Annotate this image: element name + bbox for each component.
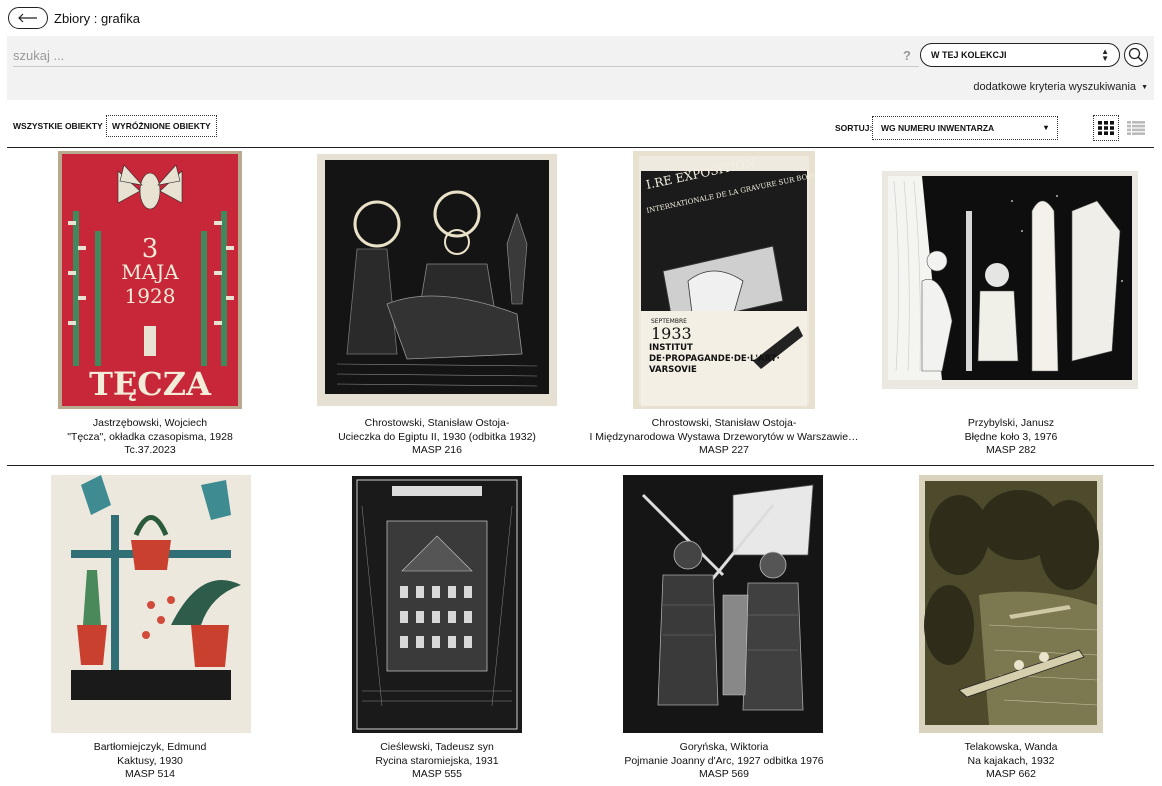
item-caption: Jastrzębowski, Wojciech "Tęcza", okładka… xyxy=(5,417,295,458)
select-arrows-icon: ▲ ▼ xyxy=(1101,47,1109,63)
item-author: Przybylski, Janusz xyxy=(967,417,1055,429)
artwork-thumbnail[interactable] xyxy=(352,476,522,733)
poster-text-year: 1928 xyxy=(125,284,176,308)
item-author: Cieślewski, Tadeusz syn xyxy=(380,741,494,753)
collection-item[interactable]: Przybylski, Janusz Błędne koło 3, 1976 M… xyxy=(866,150,1156,462)
filter-all-objects[interactable]: WSZYSTKIE OBIEKTY xyxy=(13,121,103,131)
search-button[interactable] xyxy=(1124,43,1148,67)
item-caption: Telakowska, Wanda Na kajakach, 1932 MASP… xyxy=(866,741,1156,782)
item-inventory-number: MASP 514 xyxy=(124,768,175,780)
search-input[interactable] xyxy=(13,44,919,67)
grid-view-button[interactable] xyxy=(1093,115,1119,141)
item-title[interactable]: Na kajakach, 1932 xyxy=(866,755,1156,769)
search-scope-select[interactable]: W TEJ KOLEKCJI ▲ ▼ xyxy=(920,43,1120,67)
item-caption: Przybylski, Janusz Błędne koło 3, 1976 M… xyxy=(866,417,1156,458)
item-inventory-number: MASP 662 xyxy=(985,768,1036,780)
item-author: Chrostowski, Stanisław Ostoja- xyxy=(651,417,797,429)
item-caption: Cieślewski, Tadeusz syn Rycina staromiej… xyxy=(292,741,582,782)
item-inventory-number: MASP 216 xyxy=(411,444,462,456)
item-caption: Chrostowski, Stanisław Ostoja- Ucieczka … xyxy=(292,417,582,458)
item-author: Goryńska, Wiktoria xyxy=(679,741,769,753)
breadcrumb: Zbiory : grafika xyxy=(54,10,140,26)
list-icon xyxy=(1127,121,1145,135)
search-icon xyxy=(1128,47,1144,63)
search-panel: ? W TEJ KOLEKCJI ▲▼ dodatkowe kryteria w… xyxy=(7,36,1154,100)
chevron-down-icon: ▾ xyxy=(1043,123,1048,132)
filter-featured-objects[interactable]: WYRÓŻNIONE OBIEKTY xyxy=(106,115,217,137)
artwork-thumbnail[interactable]: 3 MAJA 1928 TĘCZA xyxy=(58,151,242,409)
item-title[interactable]: I Międzynarodowa Wystawa Drzeworytów w W… xyxy=(579,431,869,445)
item-inventory-number: MASP 282 xyxy=(985,444,1036,456)
artwork-thumbnail[interactable] xyxy=(623,475,823,733)
poster-text-title: TĘCZA xyxy=(89,365,212,403)
advanced-search-label: dodatkowe kryteria wyszukiwania xyxy=(973,81,1137,93)
item-caption: Goryńska, Wiktoria Pojmanie Joanny d'Arc… xyxy=(579,741,869,782)
item-title[interactable]: Błędne koło 3, 1976 xyxy=(866,431,1156,445)
collection-item[interactable]: Chrostowski, Stanisław Ostoja- Ucieczka … xyxy=(292,150,582,462)
list-view-button[interactable] xyxy=(1123,115,1149,141)
item-title[interactable]: "Tęcza", okładka czasopisma, 1928 xyxy=(5,431,295,445)
artwork-thumbnail[interactable] xyxy=(51,475,251,733)
item-title[interactable]: Ucieczka do Egiptu II, 1930 (odbitka 193… xyxy=(292,431,582,445)
item-title[interactable]: Rycina staromiejska, 1931 xyxy=(292,755,582,769)
item-inventory-number: Tc.37.2023 xyxy=(124,444,176,456)
divider-middle xyxy=(7,465,1154,466)
artwork-thumbnail[interactable] xyxy=(317,154,557,406)
item-inventory-number: MASP 227 xyxy=(698,444,749,456)
collection-item[interactable]: 3 MAJA 1928 TĘCZA Jastrzębowski, Wojciec… xyxy=(5,150,295,462)
poster-text-month: MAJA xyxy=(121,260,179,284)
poster-text-institute: INSTITUT DE·PROPAGANDE·DE·L'ART· VARSOVI… xyxy=(649,343,780,375)
search-scope-value: W TEJ KOLEKCJI xyxy=(931,50,1007,60)
grid-icon xyxy=(1098,121,1114,135)
collection-item[interactable]: I.RE EXPOSITION INTERNATIONALE DE LA GRA… xyxy=(579,150,869,462)
item-inventory-number: MASP 569 xyxy=(698,768,749,780)
collection-item[interactable]: Telakowska, Wanda Na kajakach, 1932 MASP… xyxy=(866,468,1156,786)
item-author: Telakowska, Wanda xyxy=(964,741,1058,753)
arrow-left-icon xyxy=(18,13,37,23)
sort-select[interactable]: WG NUMERU INWENTARZA ▾ xyxy=(872,116,1058,140)
sort-value: WG NUMERU INWENTARZA xyxy=(881,123,995,133)
artwork-thumbnail[interactable] xyxy=(882,171,1138,389)
item-caption: Bartłomiejczyk, Edmund Kaktusy, 1930 MAS… xyxy=(5,741,295,782)
item-author: Chrostowski, Stanisław Ostoja- xyxy=(364,417,510,429)
item-author: Bartłomiejczyk, Edmund xyxy=(93,741,207,753)
artwork-thumbnail[interactable] xyxy=(919,475,1103,733)
advanced-search-toggle[interactable]: dodatkowe kryteria wyszukiwania ▼ xyxy=(973,81,1148,93)
back-button[interactable] xyxy=(8,7,48,29)
divider-top xyxy=(7,147,1154,148)
search-help-icon[interactable]: ? xyxy=(903,48,911,63)
collection-item[interactable]: Cieślewski, Tadeusz syn Rycina staromiej… xyxy=(292,468,582,786)
item-title[interactable]: Pojmanie Joanny d'Arc, 1927 odbitka 1976 xyxy=(579,755,869,769)
artwork-thumbnail[interactable]: I.RE EXPOSITION INTERNATIONALE DE LA GRA… xyxy=(633,151,815,409)
item-author: Jastrzębowski, Wojciech xyxy=(92,417,208,429)
item-inventory-number: MASP 555 xyxy=(411,768,462,780)
top-bar: Zbiory : grafika xyxy=(8,7,140,29)
item-title[interactable]: Kaktusy, 1930 xyxy=(5,755,295,769)
collection-item[interactable]: Bartłomiejczyk, Edmund Kaktusy, 1930 MAS… xyxy=(5,468,295,786)
item-caption: Chrostowski, Stanisław Ostoja- I Międzyn… xyxy=(579,417,869,458)
caret-down-icon: ▼ xyxy=(1141,83,1148,91)
collection-item[interactable]: Goryńska, Wiktoria Pojmanie Joanny d'Arc… xyxy=(579,468,869,786)
sort-label: SORTUJ: xyxy=(835,123,873,133)
poster-text-year: 1933 xyxy=(651,324,692,343)
